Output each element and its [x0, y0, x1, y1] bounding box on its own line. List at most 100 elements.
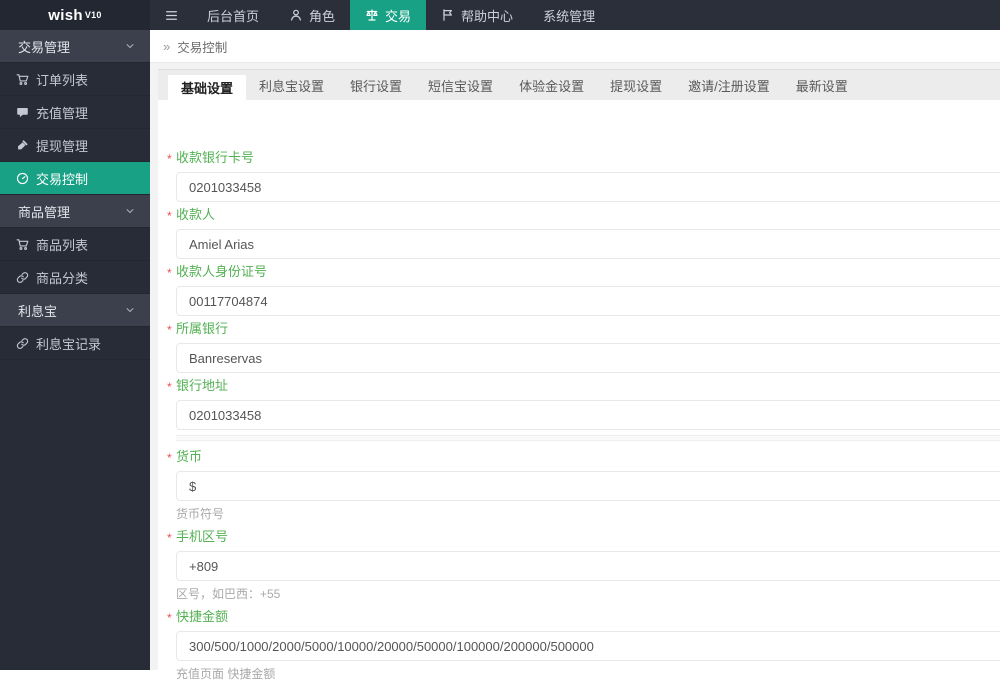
required-asterisk: *: [167, 380, 172, 394]
required-asterisk: *: [167, 323, 172, 337]
chevron-down-icon: [124, 40, 136, 52]
field-label-text: 银行地址: [176, 378, 229, 393]
field-label-text: 货币: [176, 449, 203, 464]
field-label: * 所属银行: [167, 320, 1000, 338]
field-label: * 货币: [167, 448, 1000, 466]
topnav-item-label: 帮助中心: [461, 8, 514, 24]
topbar: wish V10 后台首页 角色 交易 帮助中心 系统管理: [0, 0, 1000, 30]
dashboard-icon: [16, 172, 29, 185]
field-input[interactable]: [176, 343, 1000, 373]
tab[interactable]: 银行设置: [337, 70, 415, 100]
sidebar-item-label: 交易控制: [36, 171, 89, 187]
sidebar-item[interactable]: 充值管理: [0, 96, 150, 129]
topnav-item[interactable]: 帮助中心: [426, 0, 528, 30]
field-hint: 充值页面 快捷金额: [176, 667, 276, 681]
required-asterisk: *: [167, 209, 172, 223]
scales-icon: [365, 8, 379, 22]
gavel-icon: [16, 139, 29, 152]
app-logo-version: V10: [84, 10, 102, 20]
app-logo[interactable]: wish V10: [0, 0, 150, 30]
sidebar-group-header[interactable]: 交易管理: [0, 30, 150, 63]
chevron-down-icon: [124, 304, 136, 316]
tab[interactable]: 最新设置: [783, 70, 861, 100]
form-group: * 手机区号区号，如巴西：+55: [167, 528, 1000, 602]
sidebar-group-header[interactable]: 商品管理: [0, 195, 150, 228]
sidebar-item[interactable]: 商品分类: [0, 261, 150, 294]
sidebar-item-label: 提现管理: [36, 138, 89, 154]
sidebar-item-label: 充值管理: [36, 105, 89, 121]
required-asterisk: *: [167, 531, 172, 545]
sidebar-item-label: 商品分类: [36, 270, 89, 286]
field-label: * 手机区号: [167, 528, 1000, 546]
field-label-text: 手机区号: [176, 529, 229, 544]
required-asterisk: *: [167, 152, 172, 166]
main-area: » 交易控制 基础设置 利息宝设置 银行设置 短信宝设置 体验金设置 提现设置 邀请/注册设…: [150, 30, 1000, 682]
field-input[interactable]: [176, 400, 1000, 430]
field-hint: 货币符号: [176, 507, 225, 521]
field-input[interactable]: [176, 471, 1000, 501]
sidebar-item-label: 利息宝记录: [36, 336, 102, 352]
breadcrumb-label: 交易控制: [177, 40, 228, 55]
sidebar-group-label: 商品管理: [18, 204, 71, 220]
form-group: * 收款银行卡号: [167, 149, 1000, 202]
field-input[interactable]: [176, 172, 1000, 202]
tab[interactable]: 基础设置: [168, 75, 247, 100]
settings-form: * 收款银行卡号 * 收款人 * 收款人身份证号 * 所属银行 * 银行地址 * 货币货币符号 * 手机区…: [158, 100, 1000, 682]
field-label: * 收款银行卡号: [167, 149, 1000, 167]
tab[interactable]: 体验金设置: [506, 70, 597, 100]
hamburger-icon[interactable]: [150, 0, 192, 30]
field-label-text: 收款银行卡号: [176, 150, 255, 165]
topnav-item-label: 后台首页: [207, 8, 260, 24]
topnav-item[interactable]: 后台首页: [192, 0, 274, 30]
hamburger-icon: [164, 8, 179, 23]
field-input[interactable]: [176, 551, 1000, 581]
sidebar-item-label: 商品列表: [36, 237, 89, 253]
form-group: * 收款人身份证号: [167, 263, 1000, 316]
sidebar-item[interactable]: 商品列表: [0, 228, 150, 261]
form-group: * 所属银行: [167, 320, 1000, 373]
chevron-down-icon: [124, 205, 136, 217]
field-input[interactable]: [176, 229, 1000, 259]
topnav-item[interactable]: 交易: [350, 0, 427, 30]
required-asterisk: *: [167, 266, 172, 280]
cart-icon: [16, 238, 29, 251]
form-group: * 银行地址: [167, 377, 1000, 430]
sidebar-group-header[interactable]: 利息宝: [0, 294, 150, 327]
topnav-item-label: 交易: [385, 8, 412, 24]
field-input[interactable]: [176, 631, 1000, 661]
content-card: 基础设置 利息宝设置 银行设置 短信宝设置 体验金设置 提现设置 邀请/注册设置 最新设置 *…: [158, 69, 1000, 682]
sidebar-item[interactable]: 提现管理: [0, 129, 150, 162]
tab-bar: 基础设置 利息宝设置 银行设置 短信宝设置 体验金设置 提现设置 邀请/注册设置 最新设置: [158, 69, 1000, 100]
sidebar-item[interactable]: 订单列表: [0, 63, 150, 96]
tab[interactable]: 提现设置: [597, 70, 675, 100]
comment-icon: [16, 106, 29, 119]
field-label: * 快捷金额: [167, 608, 1000, 626]
breadcrumb-symbol: »: [163, 38, 171, 54]
sidebar-item-label: 订单列表: [36, 72, 89, 88]
user-icon: [289, 8, 303, 22]
sidebar-group-label: 交易管理: [18, 39, 71, 55]
tab[interactable]: 短信宝设置: [415, 70, 506, 100]
topnav-item[interactable]: 系统管理: [528, 0, 610, 30]
tab[interactable]: 邀请/注册设置: [675, 70, 783, 100]
link-icon: [16, 271, 29, 284]
tab[interactable]: 利息宝设置: [246, 70, 337, 100]
form-group: * 货币货币符号: [167, 448, 1000, 522]
flag-icon: [441, 8, 455, 22]
required-asterisk: *: [167, 611, 172, 625]
breadcrumb: » 交易控制: [150, 30, 1000, 63]
section-divider: [176, 435, 1000, 441]
sidebar-item[interactable]: 交易控制: [0, 162, 150, 195]
field-label: * 收款人身份证号: [167, 263, 1000, 281]
field-label: * 银行地址: [167, 377, 1000, 395]
required-asterisk: *: [167, 451, 172, 465]
cart-icon: [16, 73, 29, 86]
sidebar-item[interactable]: 利息宝记录: [0, 327, 150, 360]
field-label-text: 收款人身份证号: [176, 264, 268, 279]
field-input[interactable]: [176, 286, 1000, 316]
field-label-text: 快捷金额: [176, 609, 229, 624]
link-icon: [16, 337, 29, 350]
field-label-text: 所属银行: [176, 321, 229, 336]
topnav-item-label: 系统管理: [543, 8, 596, 24]
topnav-item[interactable]: 角色: [274, 0, 350, 30]
